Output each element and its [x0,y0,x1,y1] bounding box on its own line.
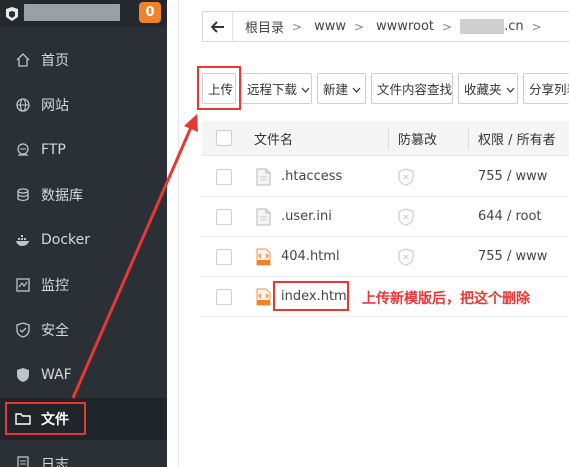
row-checkbox[interactable] [216,208,232,225]
chevron-right-icon: > [292,19,303,34]
annotation-text: 上传新模版后，把这个删除 [362,291,530,307]
favorites-button[interactable]: 收藏夹 [458,73,518,104]
select-all-checkbox[interactable] [216,130,232,146]
share-list-label: 分享列表 [529,82,569,97]
sidebar-item-label: 网站 [41,98,69,114]
content-search-button[interactable]: 文件内容查找 [371,73,453,104]
header-filename[interactable]: 文件名 [254,121,293,155]
monitor-icon [15,277,31,293]
sidebar-item-home[interactable]: 首页 [0,39,167,81]
table-row[interactable]: .htaccess 755 / www [202,157,569,197]
globe-icon [15,97,31,113]
chevron-right-icon: > [442,19,453,34]
tamper-shield-icon[interactable] [398,207,414,226]
sidebar-item-label: 安全 [41,323,69,339]
upload-button[interactable]: 上传 [202,73,236,104]
file-table-header: 文件名 防篡改 权限 / 所有者 [202,121,569,156]
sidebar-header: 0 [0,0,167,27]
tamper-shield-icon[interactable] [398,247,414,266]
file-permission[interactable]: 644 / root [478,197,542,236]
sidebar-item-label: WAF [41,367,72,383]
upload-label: 上传 [208,82,234,97]
row-checkbox[interactable] [216,248,232,265]
logo-icon [6,7,18,21]
arrow-left-icon [210,20,224,33]
new-button[interactable]: 新建 [317,73,366,104]
docker-icon [15,232,31,248]
favorites-label: 收藏夹 [464,82,502,97]
header-permission[interactable]: 权限 / 所有者 [478,121,556,155]
chevron-down-icon [301,81,310,96]
file-permission[interactable]: 755 / www [478,237,547,276]
panel-divider [178,0,179,467]
table-row[interactable]: .user.ini 644 / root [202,197,569,237]
waf-icon [15,367,31,383]
breadcrumb-domain-redacted [460,19,505,34]
sidebar-item-files[interactable]: 文件 [0,398,167,440]
html-file-icon [256,288,271,305]
breadcrumb-wwwroot[interactable]: wwwroot [376,19,434,34]
sidebar-item-label: 监控 [41,278,69,294]
table-row[interactable]: 404.html 755 / www [202,237,569,277]
ftp-icon [15,142,31,158]
path-bar: 根目录 > www > wwwroot > .cn > [202,11,569,42]
sidebar-item-label: 数据库 [41,188,83,204]
remote-download-label: 远程下载 [247,82,298,97]
header-tamper: 防篡改 [398,132,438,148]
file-icon [256,168,271,185]
sidebar-item-label: 文件 [41,412,69,428]
file-icon [256,208,271,225]
chevron-right-icon: > [531,19,542,34]
breadcrumb-www[interactable]: www [314,19,346,34]
sidebar-item-waf[interactable]: WAF [0,354,167,396]
sidebar-item-monitor[interactable]: 监控 [0,264,167,306]
column-divider [468,128,469,150]
chevron-down-icon [352,81,361,96]
home-icon [15,52,31,68]
chevron-right-icon: > [353,19,365,34]
sidebar-item-label: 日志 [41,457,69,467]
sidebar-item-website[interactable]: 网站 [0,84,167,126]
sidebar-item-docker[interactable]: Docker [0,219,167,261]
shield-icon [15,322,31,338]
site-name-redacted [24,4,120,21]
notification-badge[interactable]: 0 [139,2,161,23]
file-name[interactable]: .user.ini [281,197,332,236]
select-all-cell [216,121,232,155]
folder-icon [15,411,31,427]
file-name[interactable]: .htaccess [281,157,342,196]
new-label: 新建 [323,82,349,97]
row-checkbox[interactable] [216,288,232,305]
back-button[interactable] [203,12,233,41]
breadcrumb-domain[interactable]: .cn [504,19,524,34]
remote-download-button[interactable]: 远程下载 [241,73,312,104]
sidebar-item-ftp[interactable]: FTP [0,129,167,171]
tamper-shield-icon[interactable] [398,167,414,186]
file-name[interactable]: index.html [281,277,350,316]
content-search-label: 文件内容查找 [377,82,453,97]
database-icon [15,187,31,203]
row-checkbox[interactable] [216,168,232,185]
sidebar-item-database[interactable]: 数据库 [0,174,167,216]
breadcrumb-root[interactable]: 根目录 [245,17,284,36]
file-permission[interactable]: 755 / www [478,157,547,196]
sidebar: 0 首页 网站 FTP 数据库 Docker 监控 安全 WAF 文件 日志 [0,0,167,467]
html-file-icon [256,248,271,265]
column-divider [388,128,389,150]
chevron-down-icon [506,81,515,96]
sidebar-item-logs[interactable]: 日志 [0,443,167,467]
sidebar-item-label: FTP [41,142,66,158]
sidebar-item-label: Docker [41,232,91,248]
file-name[interactable]: 404.html [281,237,340,276]
sidebar-item-label: 首页 [41,53,69,69]
log-icon [15,456,31,467]
sidebar-item-security[interactable]: 安全 [0,309,167,351]
share-list-button[interactable]: 分享列表 [523,73,569,104]
